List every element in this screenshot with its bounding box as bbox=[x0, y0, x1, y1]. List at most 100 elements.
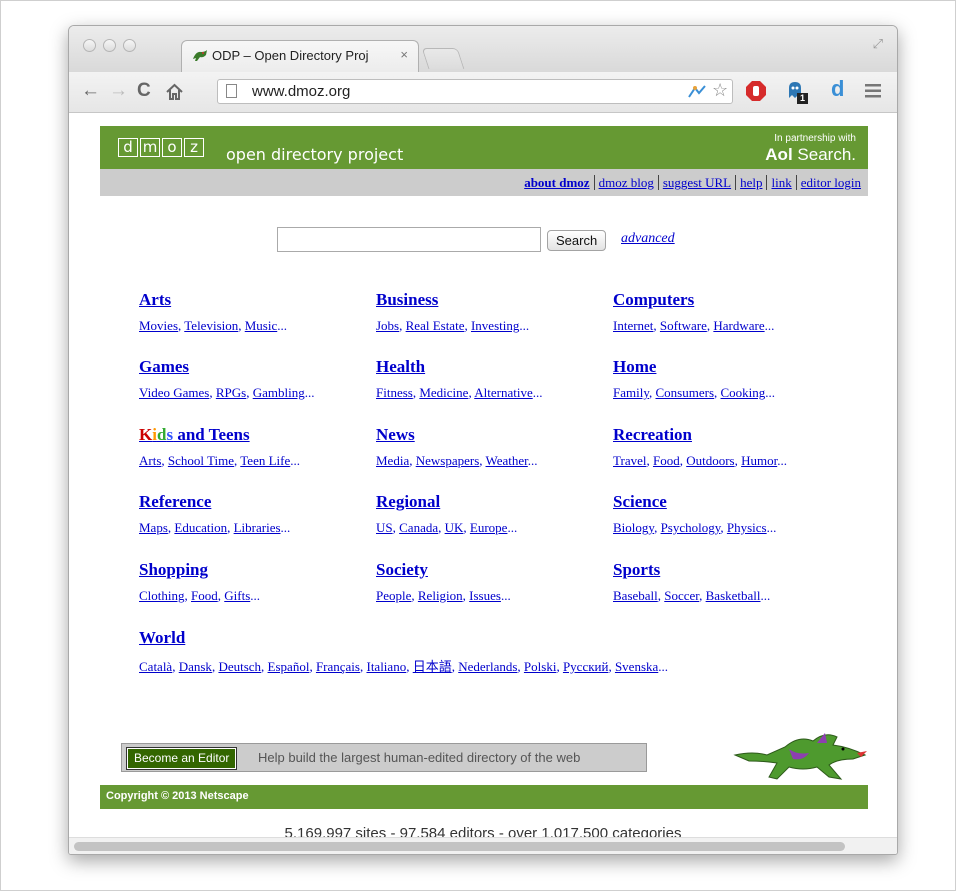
subcategory-link[interactable]: Humor bbox=[741, 453, 777, 468]
address-bar[interactable]: www.dmoz.org ☆ bbox=[217, 79, 733, 104]
subcategory-link[interactable]: Media bbox=[376, 453, 409, 468]
aol-search-logo[interactable]: Aol Search. bbox=[765, 145, 856, 165]
subcategory-link[interactable]: Travel bbox=[613, 453, 646, 468]
subcategory-link[interactable]: Music bbox=[245, 318, 278, 333]
subcategory-link[interactable]: Canada bbox=[399, 520, 438, 535]
subcategory-link[interactable]: Real Estate bbox=[406, 318, 465, 333]
subcategory-link[interactable]: Maps bbox=[139, 520, 168, 535]
subcategory-link[interactable]: Psychology bbox=[661, 520, 721, 535]
subcategory-link[interactable]: Hardware bbox=[713, 318, 764, 333]
subcategory-link[interactable]: Weather bbox=[486, 453, 528, 468]
subcategory-link[interactable]: Teen Life bbox=[240, 453, 290, 468]
subcategory-link[interactable]: Italiano bbox=[366, 659, 406, 674]
browser-tab[interactable]: ODP – Open Directory Proj × bbox=[181, 40, 419, 72]
back-icon[interactable]: ← bbox=[81, 80, 100, 102]
category-title-link[interactable]: Health bbox=[376, 357, 542, 377]
subcategory-link[interactable]: 日本語 bbox=[413, 659, 452, 674]
category-title-link[interactable]: Regional bbox=[376, 492, 517, 512]
fullscreen-icon[interactable]: ⤢ bbox=[873, 36, 883, 52]
subcategory-link[interactable]: Baseball bbox=[613, 588, 658, 603]
subcategory-link[interactable]: Education bbox=[174, 520, 227, 535]
subcategory-link[interactable]: Català bbox=[139, 659, 172, 674]
advanced-search-link[interactable]: advanced bbox=[621, 231, 675, 247]
new-tab-button[interactable] bbox=[421, 48, 465, 69]
subcategory-link[interactable]: Video Games bbox=[139, 385, 209, 400]
subcategory-link[interactable]: Basketball bbox=[706, 588, 761, 603]
category-title-link[interactable]: Recreation bbox=[613, 425, 787, 445]
search-input[interactable] bbox=[277, 227, 541, 252]
subcategory-link[interactable]: Europe bbox=[470, 520, 508, 535]
become-editor-button[interactable]: Become an Editor bbox=[125, 747, 238, 770]
editor-login-link[interactable]: editor login bbox=[795, 175, 865, 190]
dmoz-blog-link[interactable]: dmoz blog bbox=[593, 175, 658, 190]
d-extension-icon[interactable]: d bbox=[831, 76, 844, 102]
subcategory-link[interactable]: Arts bbox=[139, 453, 161, 468]
subcategory-link[interactable]: Nederlands bbox=[458, 659, 517, 674]
subcategory-link[interactable]: Français bbox=[316, 659, 360, 674]
subcategory-link[interactable]: Family bbox=[613, 385, 649, 400]
close-window-button[interactable] bbox=[83, 39, 96, 52]
scrollbar-thumb[interactable] bbox=[74, 842, 845, 851]
category-title-link[interactable]: Computers bbox=[613, 290, 774, 310]
stop-extension-icon[interactable] bbox=[745, 80, 767, 102]
subcategory-link[interactable]: Consumers bbox=[656, 385, 715, 400]
subcategory-link[interactable]: Television bbox=[184, 318, 238, 333]
subcategory-link[interactable]: Physics bbox=[727, 520, 767, 535]
help-link[interactable]: help bbox=[735, 175, 767, 190]
tracking-icon[interactable] bbox=[686, 83, 708, 100]
category-title-link[interactable]: Science bbox=[613, 492, 776, 512]
subcategory-link[interactable]: Svenska bbox=[615, 659, 658, 674]
subcategory-link[interactable]: Software bbox=[660, 318, 707, 333]
subcategory-link[interactable]: Libraries bbox=[234, 520, 281, 535]
horizontal-scrollbar[interactable] bbox=[69, 837, 897, 854]
category-title-link[interactable]: News bbox=[376, 425, 538, 445]
dmoz-logo[interactable]: d m o z bbox=[118, 138, 204, 157]
subcategory-link[interactable]: US bbox=[376, 520, 393, 535]
category-title-link[interactable]: Business bbox=[376, 290, 529, 310]
subcategory-link[interactable]: Fitness bbox=[376, 385, 413, 400]
category-title-link[interactable]: Shopping bbox=[139, 560, 260, 580]
category-title-link[interactable]: Arts bbox=[139, 290, 287, 310]
subcategory-link[interactable]: Internet bbox=[613, 318, 653, 333]
subcategory-link[interactable]: Español bbox=[268, 659, 310, 674]
subcategory-link[interactable]: Русский bbox=[563, 659, 609, 674]
link-link[interactable]: link bbox=[766, 175, 796, 190]
subcategory-link[interactable]: Outdoors bbox=[686, 453, 734, 468]
ghostery-icon[interactable] bbox=[785, 80, 809, 104]
subcategory-link[interactable]: Medicine bbox=[419, 385, 468, 400]
subcategory-link[interactable]: Issues bbox=[469, 588, 501, 603]
zoom-window-button[interactable] bbox=[123, 39, 136, 52]
subcategory-link[interactable]: Polski bbox=[524, 659, 557, 674]
minimize-window-button[interactable] bbox=[103, 39, 116, 52]
subcategory-link[interactable]: School Time bbox=[168, 453, 234, 468]
about-dmoz-link[interactable]: about dmoz bbox=[520, 175, 593, 190]
subcategory-link[interactable]: Soccer bbox=[664, 588, 699, 603]
subcategory-link[interactable]: Cooking bbox=[721, 385, 766, 400]
category-title-link[interactable]: Society bbox=[376, 560, 511, 580]
subcategory-link[interactable]: Dansk bbox=[179, 659, 212, 674]
subcategory-link[interactable]: Biology bbox=[613, 520, 654, 535]
subcategory-link[interactable]: Deutsch bbox=[218, 659, 261, 674]
subcategory-link[interactable]: UK bbox=[445, 520, 464, 535]
subcategory-link[interactable]: Clothing bbox=[139, 588, 185, 603]
tab-close-icon[interactable]: × bbox=[400, 47, 408, 62]
subcategory-link[interactable]: Alternative bbox=[474, 385, 532, 400]
category-title-link[interactable]: Sports bbox=[613, 560, 770, 580]
star-icon[interactable]: ☆ bbox=[712, 80, 728, 101]
category-title-link[interactable]: World bbox=[139, 628, 668, 648]
subcategory-link[interactable]: Gifts bbox=[224, 588, 250, 603]
forward-icon[interactable]: → bbox=[109, 80, 128, 102]
subcategory-link[interactable]: Movies bbox=[139, 318, 178, 333]
search-button[interactable]: Search bbox=[547, 230, 607, 251]
subcategory-link[interactable]: Gambling bbox=[253, 385, 305, 400]
category-title-link[interactable]: Reference bbox=[139, 492, 290, 512]
subcategory-link[interactable]: People bbox=[376, 588, 411, 603]
category-title-link[interactable]: Home bbox=[613, 357, 775, 377]
subcategory-link[interactable]: Religion bbox=[418, 588, 463, 603]
subcategory-link[interactable]: Investing bbox=[471, 318, 519, 333]
suggest-url-link[interactable]: suggest URL bbox=[657, 175, 736, 190]
menu-icon[interactable] bbox=[865, 84, 881, 98]
category-title-link[interactable]: Games bbox=[139, 357, 314, 377]
subcategory-link[interactable]: Newspapers bbox=[416, 453, 480, 468]
subcategory-link[interactable]: RPGs bbox=[216, 385, 246, 400]
